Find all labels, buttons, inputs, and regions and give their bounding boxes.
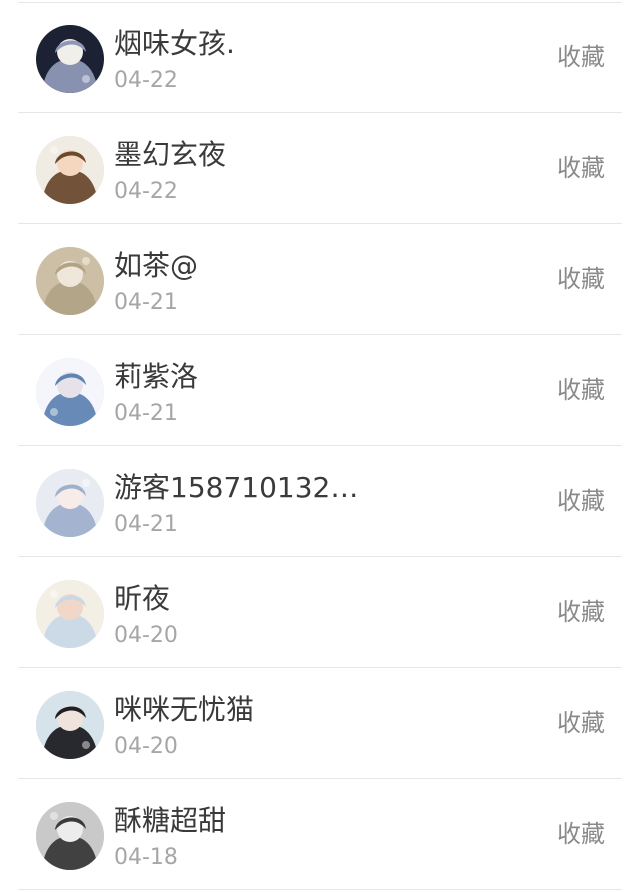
follower-list: 烟味女孩. 04-22 收藏 墨幻玄夜 04-22 收藏 如茶@ 04-21 收… bbox=[0, 0, 640, 892]
list-item[interactable]: 咪咪无忧猫 04-20 收藏 bbox=[0, 668, 640, 779]
date-label: 04-22 bbox=[114, 179, 178, 204]
user-name[interactable]: 昕夜 bbox=[114, 582, 170, 616]
favorite-button[interactable]: 收藏 bbox=[557, 597, 605, 627]
favorite-button[interactable]: 收藏 bbox=[557, 375, 605, 405]
avatar-dark-figure-icon[interactable] bbox=[36, 25, 104, 93]
avatar-pastel-anime-icon[interactable] bbox=[36, 580, 104, 648]
user-name[interactable]: 墨幻玄夜 bbox=[114, 138, 226, 172]
list-item[interactable]: 昕夜 04-20 收藏 bbox=[0, 557, 640, 668]
favorite-button[interactable]: 收藏 bbox=[557, 264, 605, 294]
user-name[interactable]: 酥糖超甜 bbox=[114, 804, 226, 838]
date-label: 04-18 bbox=[114, 845, 178, 870]
row-divider bbox=[18, 889, 622, 890]
list-item[interactable]: 游客158710132… 04-21 收藏 bbox=[0, 446, 640, 557]
avatar-beige-illustration-icon[interactable] bbox=[36, 247, 104, 315]
date-label: 04-22 bbox=[114, 68, 178, 93]
avatar-girl-profile-icon[interactable] bbox=[36, 691, 104, 759]
date-label: 04-21 bbox=[114, 401, 178, 426]
avatar-grayscale-girl-icon[interactable] bbox=[36, 802, 104, 870]
user-name[interactable]: 咪咪无忧猫 bbox=[114, 693, 254, 727]
list-item[interactable]: 墨幻玄夜 04-22 收藏 bbox=[0, 113, 640, 224]
avatar-blue-white-figure-icon[interactable] bbox=[36, 358, 104, 426]
user-name[interactable]: 烟味女孩. bbox=[114, 27, 235, 61]
favorite-button[interactable]: 收藏 bbox=[557, 42, 605, 72]
date-label: 04-20 bbox=[114, 734, 178, 759]
user-name[interactable]: 莉紫洛 bbox=[114, 360, 198, 394]
date-label: 04-21 bbox=[114, 290, 178, 315]
user-name[interactable]: 游客158710132… bbox=[114, 471, 358, 505]
favorite-button[interactable]: 收藏 bbox=[557, 153, 605, 183]
list-item[interactable]: 酥糖超甜 04-18 收藏 bbox=[0, 779, 640, 890]
list-item[interactable]: 烟味女孩. 04-22 收藏 bbox=[0, 2, 640, 113]
list-item[interactable]: 莉紫洛 04-21 收藏 bbox=[0, 335, 640, 446]
avatar-doll-girl-icon[interactable] bbox=[36, 469, 104, 537]
favorite-button[interactable]: 收藏 bbox=[557, 486, 605, 516]
avatar-anime-girl-brown-icon[interactable] bbox=[36, 136, 104, 204]
date-label: 04-20 bbox=[114, 623, 178, 648]
date-label: 04-21 bbox=[114, 512, 178, 537]
user-name[interactable]: 如茶@ bbox=[114, 249, 198, 283]
list-item[interactable]: 如茶@ 04-21 收藏 bbox=[0, 224, 640, 335]
favorite-button[interactable]: 收藏 bbox=[557, 708, 605, 738]
favorite-button[interactable]: 收藏 bbox=[557, 819, 605, 849]
